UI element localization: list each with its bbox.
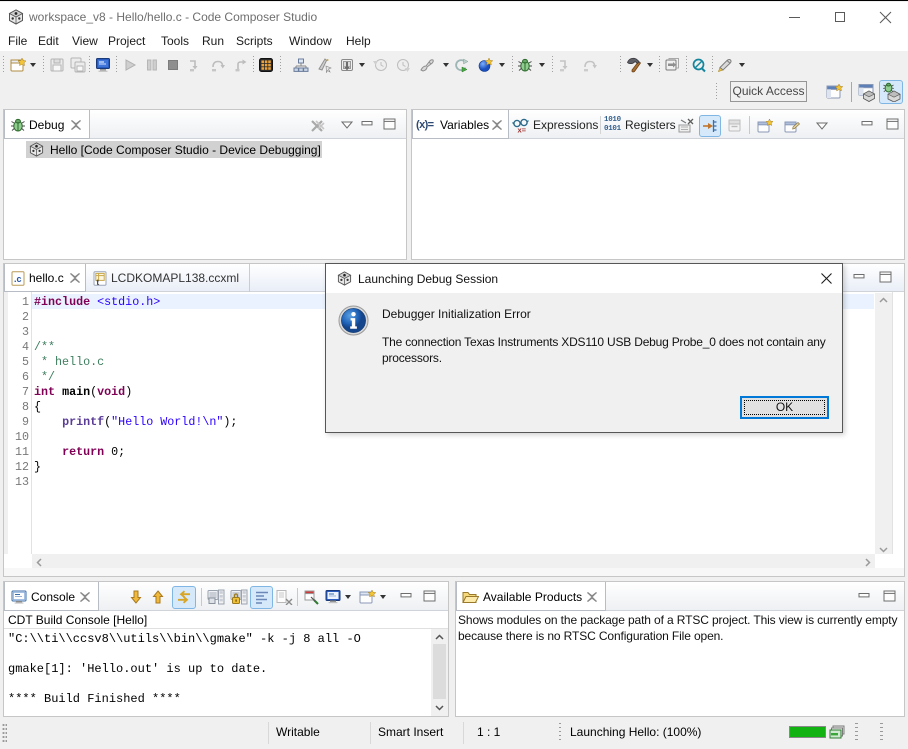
svg-text:t: t: [96, 277, 99, 286]
svg-text:x=: x=: [518, 126, 527, 134]
svg-text:.c: .c: [14, 274, 22, 284]
